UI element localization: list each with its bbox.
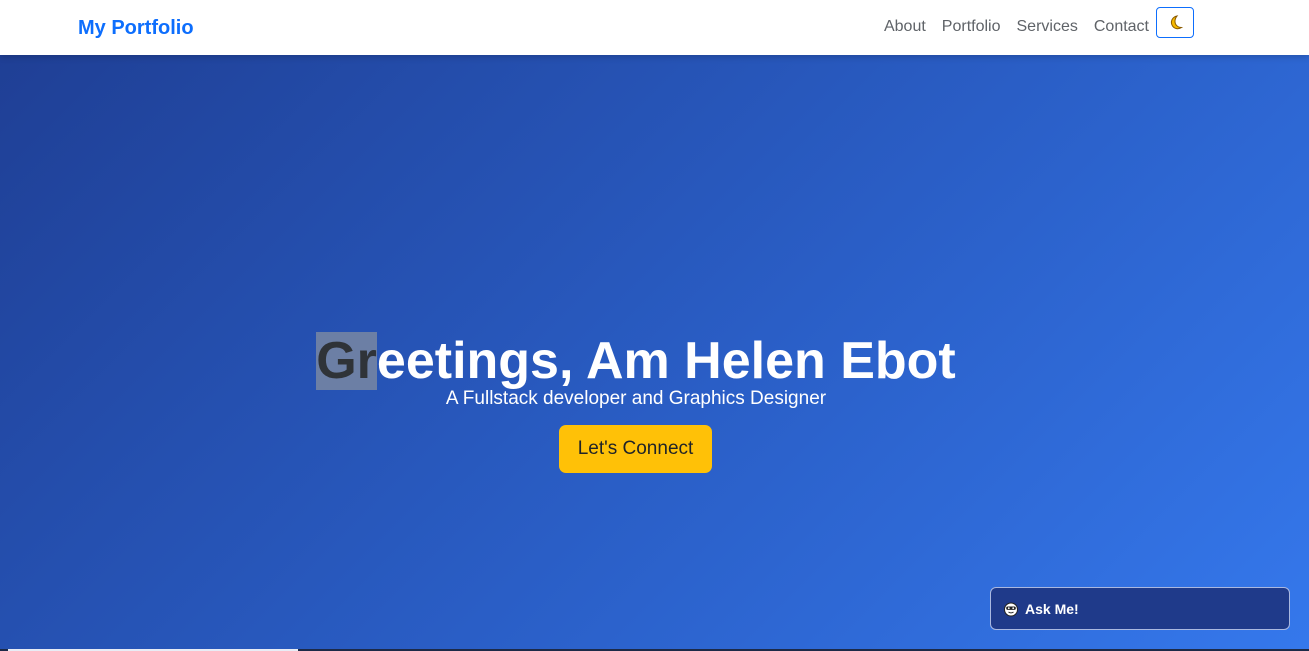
hero-section: Greetings, Am Helen Ebot A Fullstack dev…	[0, 55, 1309, 651]
nav-link-about[interactable]: About	[884, 16, 926, 38]
hero-title-typed-highlight: Gr	[316, 331, 377, 390]
brand-logo-link[interactable]: My Portfolio	[78, 15, 194, 41]
nav-link-services[interactable]: Services	[1017, 16, 1078, 38]
chat-label: Ask Me!	[1025, 600, 1079, 617]
lets-connect-button[interactable]: Let's Connect	[559, 425, 712, 473]
theme-toggle-button[interactable]	[1156, 7, 1194, 38]
nav-link-portfolio[interactable]: Portfolio	[942, 16, 1001, 38]
nav-links: About Portfolio Services Contact	[884, 16, 1149, 38]
moon-icon	[1170, 14, 1184, 29]
nav-link-contact[interactable]: Contact	[1094, 16, 1149, 38]
top-navbar: My Portfolio About Portfolio Services Co…	[0, 0, 1309, 55]
hero-subtitle: A Fullstack developer and Graphics Desig…	[445, 388, 827, 409]
hero-title-rest: eetings, Am Helen Ebot	[376, 331, 956, 390]
bot-icon	[1004, 602, 1018, 616]
ask-me-chat-widget[interactable]: Ask Me!	[990, 587, 1290, 630]
